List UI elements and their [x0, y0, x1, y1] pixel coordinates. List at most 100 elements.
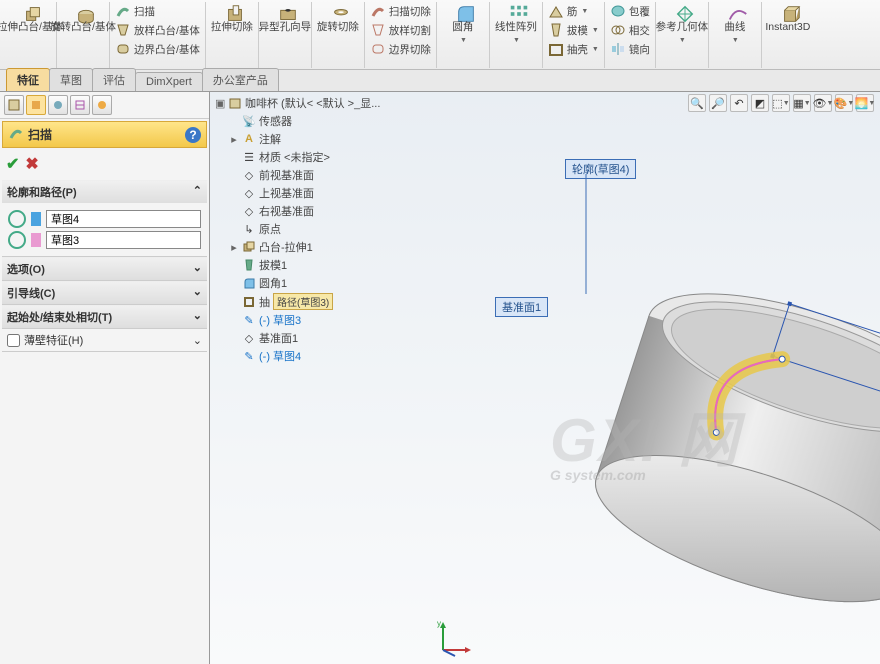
- sweep-cut-button[interactable]: 扫描切除: [367, 2, 434, 20]
- boundary-button[interactable]: 边界凸台/基体: [112, 40, 203, 58]
- instant3d-button[interactable]: Instant3D: [764, 2, 812, 35]
- pattern-icon: [508, 3, 524, 19]
- cancel-button[interactable]: ✖: [25, 154, 38, 174]
- path-input[interactable]: [46, 231, 201, 249]
- profile-input[interactable]: [46, 210, 201, 228]
- expand-toggle[interactable]: ▸: [229, 133, 239, 146]
- mirror-button[interactable]: 镜向: [607, 40, 653, 58]
- tree-sketch4[interactable]: ✎(-) 草图4: [229, 347, 400, 365]
- tree-origin-label: 原点: [259, 221, 281, 237]
- expand-toggle[interactable]: ▣: [215, 97, 225, 110]
- boundary-cut-button[interactable]: 边界切除: [367, 40, 434, 58]
- tab-sketch[interactable]: 草图: [49, 68, 93, 91]
- tree-sk3-label: (-) 草图3: [259, 312, 301, 328]
- pm-tab-feature-tree[interactable]: [4, 95, 24, 115]
- display-style-button[interactable]: ▦▼: [793, 94, 811, 112]
- fillet-button[interactable]: 圆角▼: [439, 2, 487, 45]
- cube-icon: ⬚: [772, 97, 782, 110]
- tree-top-plane[interactable]: ◇上视基准面: [229, 184, 400, 202]
- rib-button[interactable]: 筋▼: [545, 2, 602, 20]
- pm-tab-display[interactable]: [92, 95, 112, 115]
- pm-section-guide: 引导线(C) ⌄: [2, 281, 207, 305]
- tree-annotations[interactable]: ▸A注解: [229, 130, 400, 148]
- zoom-fit-button[interactable]: 🔍: [688, 94, 706, 112]
- extrude-boss-button[interactable]: 拉伸凸台/基体: [6, 2, 54, 35]
- leader-line: [585, 174, 587, 294]
- back-arrow-icon: ↶: [734, 97, 743, 110]
- pm-tab-config[interactable]: [48, 95, 68, 115]
- expand-icon: ⌄: [193, 285, 202, 301]
- revolve-cut-button[interactable]: 旋转切除: [314, 2, 362, 35]
- ref-geom-button[interactable]: 参考几何体▼: [658, 2, 706, 45]
- pm-section-guide-head[interactable]: 引导线(C) ⌄: [2, 281, 207, 304]
- pm-section-options-head[interactable]: 选项(O) ⌄: [2, 257, 207, 280]
- expand-icon: ⌄: [193, 334, 202, 347]
- pm-section-guide-label: 引导线(C): [7, 285, 55, 301]
- pm-section-thin: 薄壁特征(H) ⌄: [2, 329, 207, 352]
- revolve-icon: [75, 3, 91, 19]
- curves-button[interactable]: 曲线▼: [711, 2, 759, 45]
- pm-section-options: 选项(O) ⌄: [2, 257, 207, 281]
- draft-button[interactable]: 拔模▼: [545, 21, 602, 39]
- ok-button[interactable]: ✔: [6, 154, 19, 174]
- scene-button[interactable]: 🌅▼: [856, 94, 874, 112]
- tree-origin[interactable]: ↳原点: [229, 220, 400, 238]
- extrude-cut-button[interactable]: 拉伸切除: [208, 2, 256, 35]
- tree-draft[interactable]: 拔模1: [229, 256, 400, 274]
- extrude-cut-label: 拉伸切除: [211, 22, 253, 34]
- tree-plane1-label: 基准面1: [259, 330, 298, 346]
- curves-label: 曲线: [724, 22, 745, 34]
- shell-button[interactable]: 抽壳▼: [545, 40, 602, 58]
- rib-label: 筋: [567, 4, 578, 19]
- tree-sketch3[interactable]: ✎(-) 草图3: [229, 311, 400, 329]
- pm-tab-property-manager[interactable]: [26, 95, 46, 115]
- intersect-button[interactable]: 相交: [607, 21, 653, 39]
- pm-title: 扫描: [28, 126, 52, 143]
- tree-material[interactable]: ☰材质 <未指定>: [229, 148, 400, 166]
- boundary-cut-icon: [370, 41, 386, 57]
- pm-tab-dimxpert[interactable]: [70, 95, 90, 115]
- tab-dimxpert[interactable]: DimXpert: [135, 72, 203, 91]
- sketch-icon: ✎: [242, 349, 256, 363]
- tree-root[interactable]: ▣ 咖啡杯 (默认< <默认 >_显...: [215, 94, 400, 112]
- plane-callout[interactable]: 基准面1: [495, 297, 548, 317]
- thin-feature-checkbox[interactable]: [7, 334, 20, 347]
- zoom-area-button[interactable]: 🔎: [709, 94, 727, 112]
- tree-annotations-label: 注解: [259, 131, 281, 147]
- tree-fillet[interactable]: 圆角1: [229, 274, 400, 292]
- tree-front-plane[interactable]: ◇前视基准面: [229, 166, 400, 184]
- extrude-icon: [242, 240, 256, 254]
- pm-section-profile-head[interactable]: 轮廓和路径(P) ⌃: [2, 180, 207, 203]
- tree-shell[interactable]: 抽路径(草图3): [229, 292, 400, 311]
- shell-icon: [242, 295, 256, 309]
- tab-evaluate[interactable]: 评估: [92, 68, 136, 91]
- sweep-button[interactable]: 扫描: [112, 2, 203, 20]
- previous-view-button[interactable]: ↶: [730, 94, 748, 112]
- tab-office[interactable]: 办公室产品: [202, 68, 279, 91]
- tree-boss-extrude[interactable]: ▸凸台-拉伸1: [229, 238, 400, 256]
- intersect-icon: [610, 22, 626, 38]
- wrap-icon: [610, 3, 626, 19]
- linear-pattern-button[interactable]: 线性阵列▼: [492, 2, 540, 45]
- rib-icon: [548, 3, 564, 19]
- section-view-button[interactable]: ◩: [751, 94, 769, 112]
- profile-callout[interactable]: 轮廓(草图4): [565, 159, 636, 179]
- pm-help-button[interactable]: ?: [185, 127, 201, 143]
- pm-section-tangency-head[interactable]: 起始处/结束处相切(T) ⌄: [2, 305, 207, 328]
- tab-features[interactable]: 特征: [6, 68, 50, 91]
- material-icon: ☰: [242, 150, 256, 164]
- tree-right-plane[interactable]: ◇右视基准面: [229, 202, 400, 220]
- hide-show-button[interactable]: 👁▼: [814, 94, 832, 112]
- hole-wizard-button[interactable]: 异型孔向导: [261, 2, 309, 35]
- scene-icon: 🌅: [855, 97, 869, 110]
- appearance-button[interactable]: 🎨▼: [835, 94, 853, 112]
- wrap-button[interactable]: 包覆: [607, 2, 653, 20]
- revolve-cut-icon: [330, 3, 346, 19]
- tree-plane1[interactable]: ◇基准面1: [229, 329, 400, 347]
- revolve-boss-button[interactable]: 旋转凸台/基体: [59, 2, 107, 35]
- view-orientation-button[interactable]: ⬚▼: [772, 94, 790, 112]
- loft-cut-button[interactable]: 放样切割: [367, 21, 434, 39]
- tree-sensors[interactable]: 📡传感器: [229, 112, 400, 130]
- expand-toggle[interactable]: ▸: [229, 241, 239, 254]
- loft-button[interactable]: 放样凸台/基体: [112, 21, 203, 39]
